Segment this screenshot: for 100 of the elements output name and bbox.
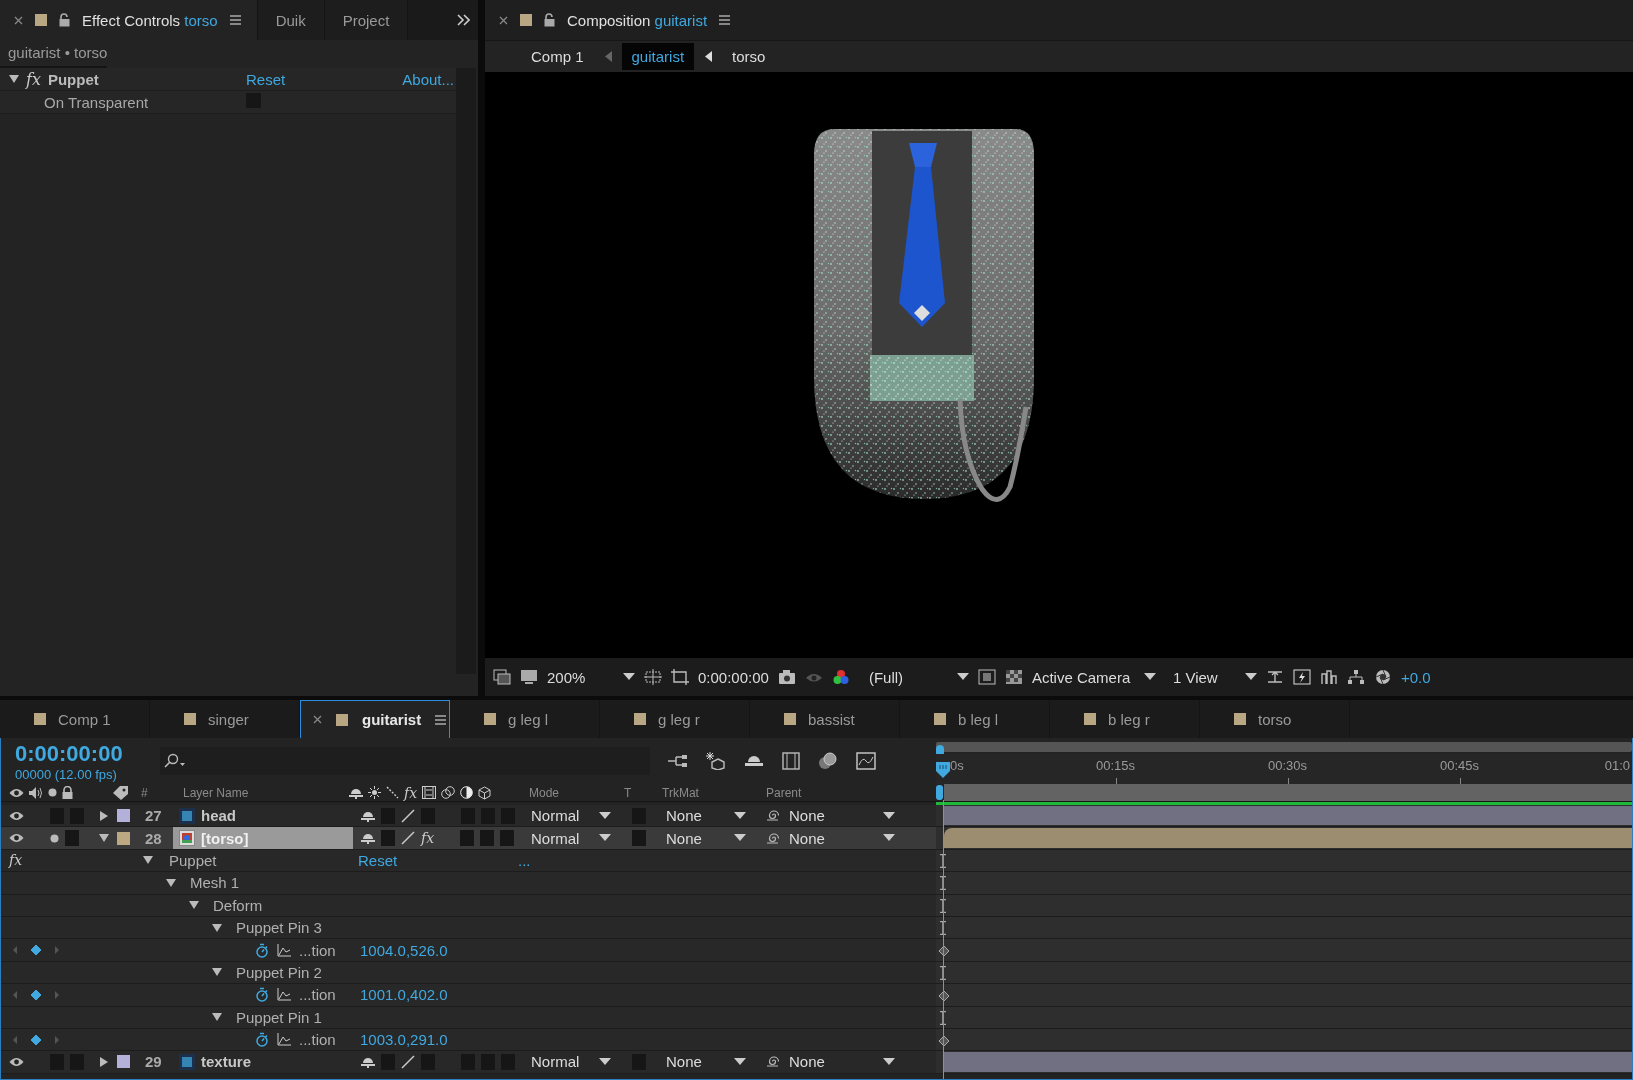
- menu-icon[interactable]: [719, 15, 731, 25]
- triangle-down-icon[interactable]: [9, 74, 19, 84]
- tab-title[interactable]: Duik: [275, 11, 306, 29]
- menu-icon[interactable]: [229, 15, 241, 25]
- eye-icon[interactable]: [9, 787, 24, 798]
- crop-frame-icon[interactable]: [671, 669, 689, 685]
- tab-title[interactable]: Comp 1: [58, 710, 111, 728]
- triangle-down-icon[interactable]: [143, 855, 153, 866]
- overlapping-circles-icon[interactable]: [818, 752, 838, 770]
- dome-icon[interactable]: [361, 832, 375, 845]
- caret-icon[interactable]: [883, 1058, 895, 1066]
- tab-title[interactable]: b leg l: [958, 710, 999, 728]
- spiral-icon[interactable]: [766, 1055, 779, 1069]
- graph-icon[interactable]: [277, 1033, 291, 1047]
- tab-title[interactable]: Effect Controls torso: [82, 11, 218, 29]
- tab-title[interactable]: b leg r: [1108, 710, 1150, 728]
- triangle-down-icon[interactable]: [166, 877, 176, 888]
- caret-icon[interactable]: [599, 834, 611, 843]
- bar-chart-icon[interactable]: [1319, 669, 1338, 685]
- speaker-icon[interactable]: [29, 786, 43, 799]
- tab-title[interactable]: g leg r: [658, 710, 700, 728]
- lightning-icon[interactable]: [1292, 669, 1311, 685]
- breadcrumb-item[interactable]: torso: [722, 43, 776, 70]
- arrows-icon[interactable]: [1265, 669, 1284, 685]
- caret-icon[interactable]: [956, 673, 969, 681]
- dome-icon[interactable]: [349, 786, 363, 799]
- composition-tab[interactable]: g leg l: [450, 700, 600, 738]
- resolution-dropdown[interactable]: (Full): [868, 668, 969, 686]
- half-circle-icon[interactable]: [460, 786, 474, 799]
- caret-icon[interactable]: [599, 1058, 611, 1066]
- parent-dropdown[interactable]: None: [789, 807, 895, 825]
- padlock-icon[interactable]: [59, 13, 70, 27]
- about-link[interactable]: About...: [402, 70, 454, 88]
- composition-tab[interactable]: guitarist: [300, 700, 450, 738]
- tab-title[interactable]: bassist: [808, 710, 855, 728]
- layer-name[interactable]: head: [195, 805, 242, 827]
- tag-icon[interactable]: [113, 785, 129, 800]
- caret-icon[interactable]: [883, 834, 895, 843]
- fx-switch[interactable]: fx: [421, 830, 435, 847]
- tab-title[interactable]: singer: [208, 710, 249, 728]
- track-matte-dropdown[interactable]: None: [666, 1053, 746, 1071]
- dotted-slash-icon[interactable]: [386, 786, 399, 799]
- hierarchy-icon[interactable]: [1346, 669, 1365, 685]
- slash-icon[interactable]: [401, 808, 415, 823]
- solo-dot-icon[interactable]: [48, 788, 57, 797]
- caret-icon[interactable]: [1244, 673, 1257, 681]
- caret-icon[interactable]: [734, 1058, 746, 1066]
- close-icon[interactable]: [14, 15, 23, 25]
- graph-icon[interactable]: [277, 988, 291, 1002]
- tab-title[interactable]: torso: [1258, 710, 1292, 728]
- sun-icon[interactable]: [368, 786, 381, 799]
- overlapping-circles-icon[interactable]: [441, 786, 456, 799]
- composition-tab[interactable]: Comp 1: [0, 700, 150, 738]
- frame-icon[interactable]: [977, 669, 996, 685]
- slash-icon[interactable]: [401, 1055, 415, 1069]
- aperture-icon[interactable]: [1373, 669, 1392, 685]
- reset-link[interactable]: Reset: [246, 70, 286, 88]
- property-value[interactable]: 1001.0,402.0: [360, 986, 448, 1004]
- padlock-icon[interactable]: [62, 786, 73, 799]
- caret-icon[interactable]: [734, 834, 746, 843]
- flowchart-icon[interactable]: [668, 753, 688, 769]
- solo-dot-icon[interactable]: [50, 833, 59, 843]
- dome-icon[interactable]: [361, 809, 375, 822]
- eye-icon[interactable]: [9, 833, 24, 844]
- playhead-marker[interactable]: [935, 762, 951, 778]
- zoom-dropdown[interactable]: 200%: [547, 668, 635, 686]
- current-time[interactable]: 0:00:00:00: [15, 740, 160, 767]
- view-layout-dropdown[interactable]: 1 View: [1172, 668, 1257, 686]
- spiral-icon[interactable]: [766, 831, 779, 845]
- eye-icon[interactable]: [9, 810, 24, 821]
- caret-icon[interactable]: [734, 811, 746, 820]
- composition-tab[interactable]: bassist: [750, 700, 900, 738]
- menu-icon[interactable]: [435, 714, 447, 725]
- breadcrumb-item[interactable]: guitarist: [621, 43, 695, 70]
- parent-dropdown[interactable]: None: [789, 829, 895, 847]
- options-link[interactable]: ...: [518, 851, 531, 869]
- triangle-left-icon[interactable]: [704, 51, 713, 62]
- graph-icon[interactable]: [277, 943, 291, 957]
- keyframe-navigator-icon[interactable]: [11, 944, 61, 957]
- triangle-down-icon[interactable]: [99, 833, 109, 844]
- dome-icon[interactable]: [744, 753, 764, 769]
- search-icon[interactable]: [164, 753, 186, 769]
- close-icon[interactable]: [499, 15, 508, 25]
- property-value[interactable]: 1004.0,526.0: [360, 941, 448, 959]
- rgb-circles-icon[interactable]: [831, 669, 850, 685]
- tab-title[interactable]: guitarist: [362, 711, 422, 728]
- close-icon[interactable]: [313, 715, 322, 724]
- triangle-down-icon[interactable]: [189, 900, 199, 911]
- stacked-frames-icon[interactable]: [493, 669, 511, 685]
- parent-dropdown[interactable]: None: [789, 1053, 895, 1071]
- camera-icon[interactable]: [777, 669, 796, 685]
- keyframe-navigator-icon[interactable]: [11, 988, 61, 1001]
- tab-title[interactable]: g leg l: [508, 710, 549, 728]
- exposure-value[interactable]: +0.0: [1400, 668, 1431, 686]
- caret-icon[interactable]: [1143, 673, 1156, 681]
- double-chevron-icon[interactable]: [457, 14, 470, 26]
- composition-tab[interactable]: g leg r: [600, 700, 750, 738]
- stopwatch-icon[interactable]: [255, 942, 269, 958]
- sparkle-cube-icon[interactable]: [706, 752, 726, 770]
- keyframe-navigator-icon[interactable]: [11, 1033, 61, 1046]
